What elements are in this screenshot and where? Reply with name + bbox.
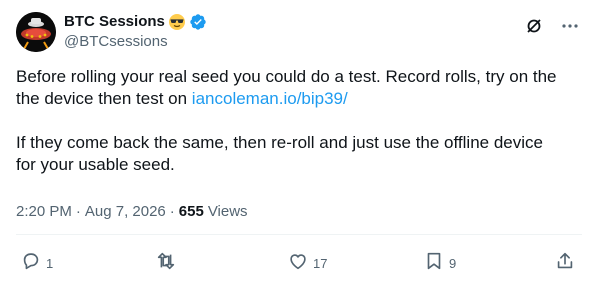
meta-separator: · <box>75 203 81 220</box>
meta-separator: · <box>169 203 175 220</box>
sunglasses-emoji-icon <box>168 13 186 31</box>
tweet-time[interactable]: 2:20 PM <box>16 202 72 222</box>
tweet-line-1: Before rolling your real seed you could … <box>16 67 557 86</box>
tweet-meta: 2:20 PM · Aug 7, 2026 · 655 Views <box>16 202 248 222</box>
share-icon <box>554 250 576 277</box>
divider <box>16 234 582 235</box>
bookmark-count: 9 <box>449 255 457 271</box>
repost-icon <box>155 250 177 277</box>
top-actions <box>520 12 584 40</box>
share-button[interactable] <box>554 249 576 277</box>
author-name-row: BTC Sessions <box>64 12 207 32</box>
views-count: 655 <box>178 203 204 220</box>
reply-count: 1 <box>46 255 54 271</box>
tweet: BTC Sessions @BTCsessions Before rolling… <box>0 0 598 287</box>
tweet-link[interactable]: iancoleman.io/bip39/ <box>192 89 348 108</box>
tweet-text: Before rolling your real seed you could … <box>16 66 582 176</box>
more-icon[interactable] <box>556 12 584 40</box>
heart-icon <box>287 250 309 277</box>
verified-badge-icon[interactable] <box>189 13 207 31</box>
reply-button[interactable]: 1 <box>20 249 53 277</box>
action-bar: 1 17 9 <box>0 249 598 277</box>
tweet-date[interactable]: Aug 7, 2026 <box>85 202 166 222</box>
bookmark-icon <box>423 250 445 277</box>
bookmark-button[interactable]: 9 <box>423 249 456 277</box>
reply-icon <box>20 250 42 277</box>
avatar[interactable] <box>16 12 56 52</box>
like-button[interactable]: 17 <box>287 249 327 277</box>
like-count: 17 <box>313 255 328 271</box>
tweet-para2-line-1: If they come back the same, then re-roll… <box>16 133 543 152</box>
repost-button[interactable] <box>155 249 181 277</box>
author-display-name[interactable]: BTC Sessions <box>64 12 165 32</box>
grok-icon[interactable] <box>520 12 548 40</box>
tweet-line-2: the device then test on iancoleman.io/bi… <box>16 88 582 110</box>
author-handle[interactable]: @BTCsessions <box>64 32 168 52</box>
views-label: Views <box>207 203 248 220</box>
tweet-para2-line-2: for your usable seed. <box>16 155 175 174</box>
tweet-line-2-prefix: the device then test on <box>16 89 192 108</box>
